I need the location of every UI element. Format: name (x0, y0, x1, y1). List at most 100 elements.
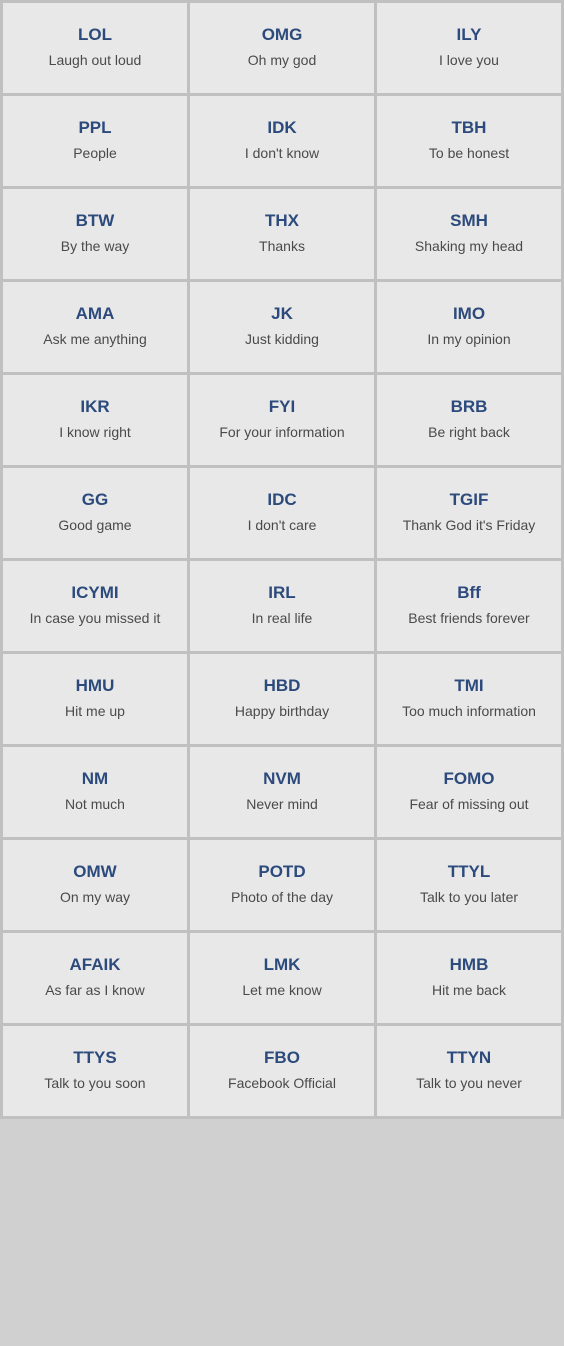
meaning-text: Ask me anything (43, 330, 147, 350)
abbreviation-text: IDC (267, 490, 296, 510)
meaning-text: Hit me back (432, 981, 506, 1001)
abbreviation-text: HBD (264, 676, 301, 696)
list-item: NM Not much (3, 747, 187, 837)
meaning-text: I don't care (248, 516, 317, 536)
list-item: BRB Be right back (377, 375, 561, 465)
abbreviation-text: FOMO (444, 769, 495, 789)
meaning-text: Oh my god (248, 51, 316, 71)
list-item: BffBest friends forever (377, 561, 561, 651)
list-item: TTYSTalk to you soon (3, 1026, 187, 1116)
list-item: HMU Hit me up (3, 654, 187, 744)
abbreviation-text: HMB (450, 955, 489, 975)
abbreviation-text: NM (82, 769, 108, 789)
meaning-text: Best friends forever (408, 609, 529, 629)
abbreviation-text: POTD (258, 862, 305, 882)
meaning-text: Talk to you later (420, 888, 518, 908)
meaning-text: I don't know (245, 144, 319, 164)
abbreviation-text: IDK (267, 118, 296, 138)
abbreviation-text: GG (82, 490, 108, 510)
meaning-text: On my way (60, 888, 130, 908)
list-item: PPLPeople (3, 96, 187, 186)
meaning-text: Happy birthday (235, 702, 329, 722)
abbreviation-grid: LOL Laugh out loud OMG Oh my god ILY I love y… (0, 0, 564, 1119)
meaning-text: As far as I know (45, 981, 145, 1001)
abbreviation-text: TTYS (73, 1048, 116, 1068)
meaning-text: Too much information (402, 702, 536, 722)
list-item: LMK Let me know (190, 933, 374, 1023)
list-item: BTWBy the way (3, 189, 187, 279)
list-item: IDK I don't know (190, 96, 374, 186)
list-item: SMH Shaking my head (377, 189, 561, 279)
abbreviation-text: ICYMI (71, 583, 118, 603)
abbreviation-text: TMI (454, 676, 483, 696)
abbreviation-text: OMG (262, 25, 303, 45)
abbreviation-text: BTW (76, 211, 115, 231)
list-item: AFAIK As far as I know (3, 933, 187, 1023)
abbreviation-text: THX (265, 211, 299, 231)
abbreviation-text: FBO (264, 1048, 300, 1068)
abbreviation-text: IMO (453, 304, 485, 324)
list-item: GG Good game (3, 468, 187, 558)
abbreviation-text: LMK (264, 955, 301, 975)
list-item: IRL In real life (190, 561, 374, 651)
list-item: HBD Happy birthday (190, 654, 374, 744)
meaning-text: I know right (59, 423, 131, 443)
abbreviation-text: IKR (80, 397, 109, 417)
meaning-text: Never mind (246, 795, 318, 815)
meaning-text: Talk to you never (416, 1074, 522, 1094)
abbreviation-text: TTYL (448, 862, 491, 882)
meaning-text: Be right back (428, 423, 510, 443)
list-item: IDC I don't care (190, 468, 374, 558)
meaning-text: Just kidding (245, 330, 319, 350)
meaning-text: In real life (252, 609, 313, 629)
meaning-text: In case you missed it (30, 609, 161, 629)
abbreviation-text: AFAIK (70, 955, 121, 975)
abbreviation-text: HMU (76, 676, 115, 696)
meaning-text: Good game (58, 516, 131, 536)
list-item: ICYMI In case you missed it (3, 561, 187, 651)
list-item: TTYN Talk to you never (377, 1026, 561, 1116)
abbreviation-text: TBH (452, 118, 487, 138)
abbreviation-text: TTYN (447, 1048, 491, 1068)
list-item: JK Just kidding (190, 282, 374, 372)
list-item: POTD Photo of the day (190, 840, 374, 930)
abbreviation-text: AMA (76, 304, 115, 324)
meaning-text: For your information (219, 423, 344, 443)
abbreviation-text: NVM (263, 769, 301, 789)
list-item: HMB Hit me back (377, 933, 561, 1023)
list-item: FYI For your information (190, 375, 374, 465)
list-item: THXThanks (190, 189, 374, 279)
meaning-text: To be honest (429, 144, 509, 164)
list-item: FOMO Fear of missing out (377, 747, 561, 837)
meaning-text: Not much (65, 795, 125, 815)
abbreviation-text: LOL (78, 25, 112, 45)
meaning-text: In my opinion (427, 330, 510, 350)
abbreviation-text: JK (271, 304, 293, 324)
abbreviation-text: FYI (269, 397, 295, 417)
list-item: FBO Facebook Official (190, 1026, 374, 1116)
meaning-text: Shaking my head (415, 237, 523, 257)
list-item: ILY I love you (377, 3, 561, 93)
list-item: LOL Laugh out loud (3, 3, 187, 93)
abbreviation-text: BRB (451, 397, 488, 417)
list-item: IKR I know right (3, 375, 187, 465)
abbreviation-text: PPL (78, 118, 111, 138)
list-item: TBH To be honest (377, 96, 561, 186)
meaning-text: Photo of the day (231, 888, 333, 908)
abbreviation-text: ILY (457, 25, 482, 45)
meaning-text: Thank God it's Friday (403, 516, 536, 536)
meaning-text: Facebook Official (228, 1074, 336, 1094)
list-item: IMO In my opinion (377, 282, 561, 372)
meaning-text: Fear of missing out (409, 795, 528, 815)
list-item: NVM Never mind (190, 747, 374, 837)
list-item: AMA Ask me anything (3, 282, 187, 372)
list-item: TMI Too much information (377, 654, 561, 744)
abbreviation-text: IRL (268, 583, 295, 603)
meaning-text: Hit me up (65, 702, 125, 722)
abbreviation-text: SMH (450, 211, 488, 231)
meaning-text: Laugh out loud (49, 51, 142, 71)
meaning-text: Let me know (242, 981, 321, 1001)
meaning-text: I love you (439, 51, 499, 71)
list-item: TTYL Talk to you later (377, 840, 561, 930)
list-item: TGIFThank God it's Friday (377, 468, 561, 558)
